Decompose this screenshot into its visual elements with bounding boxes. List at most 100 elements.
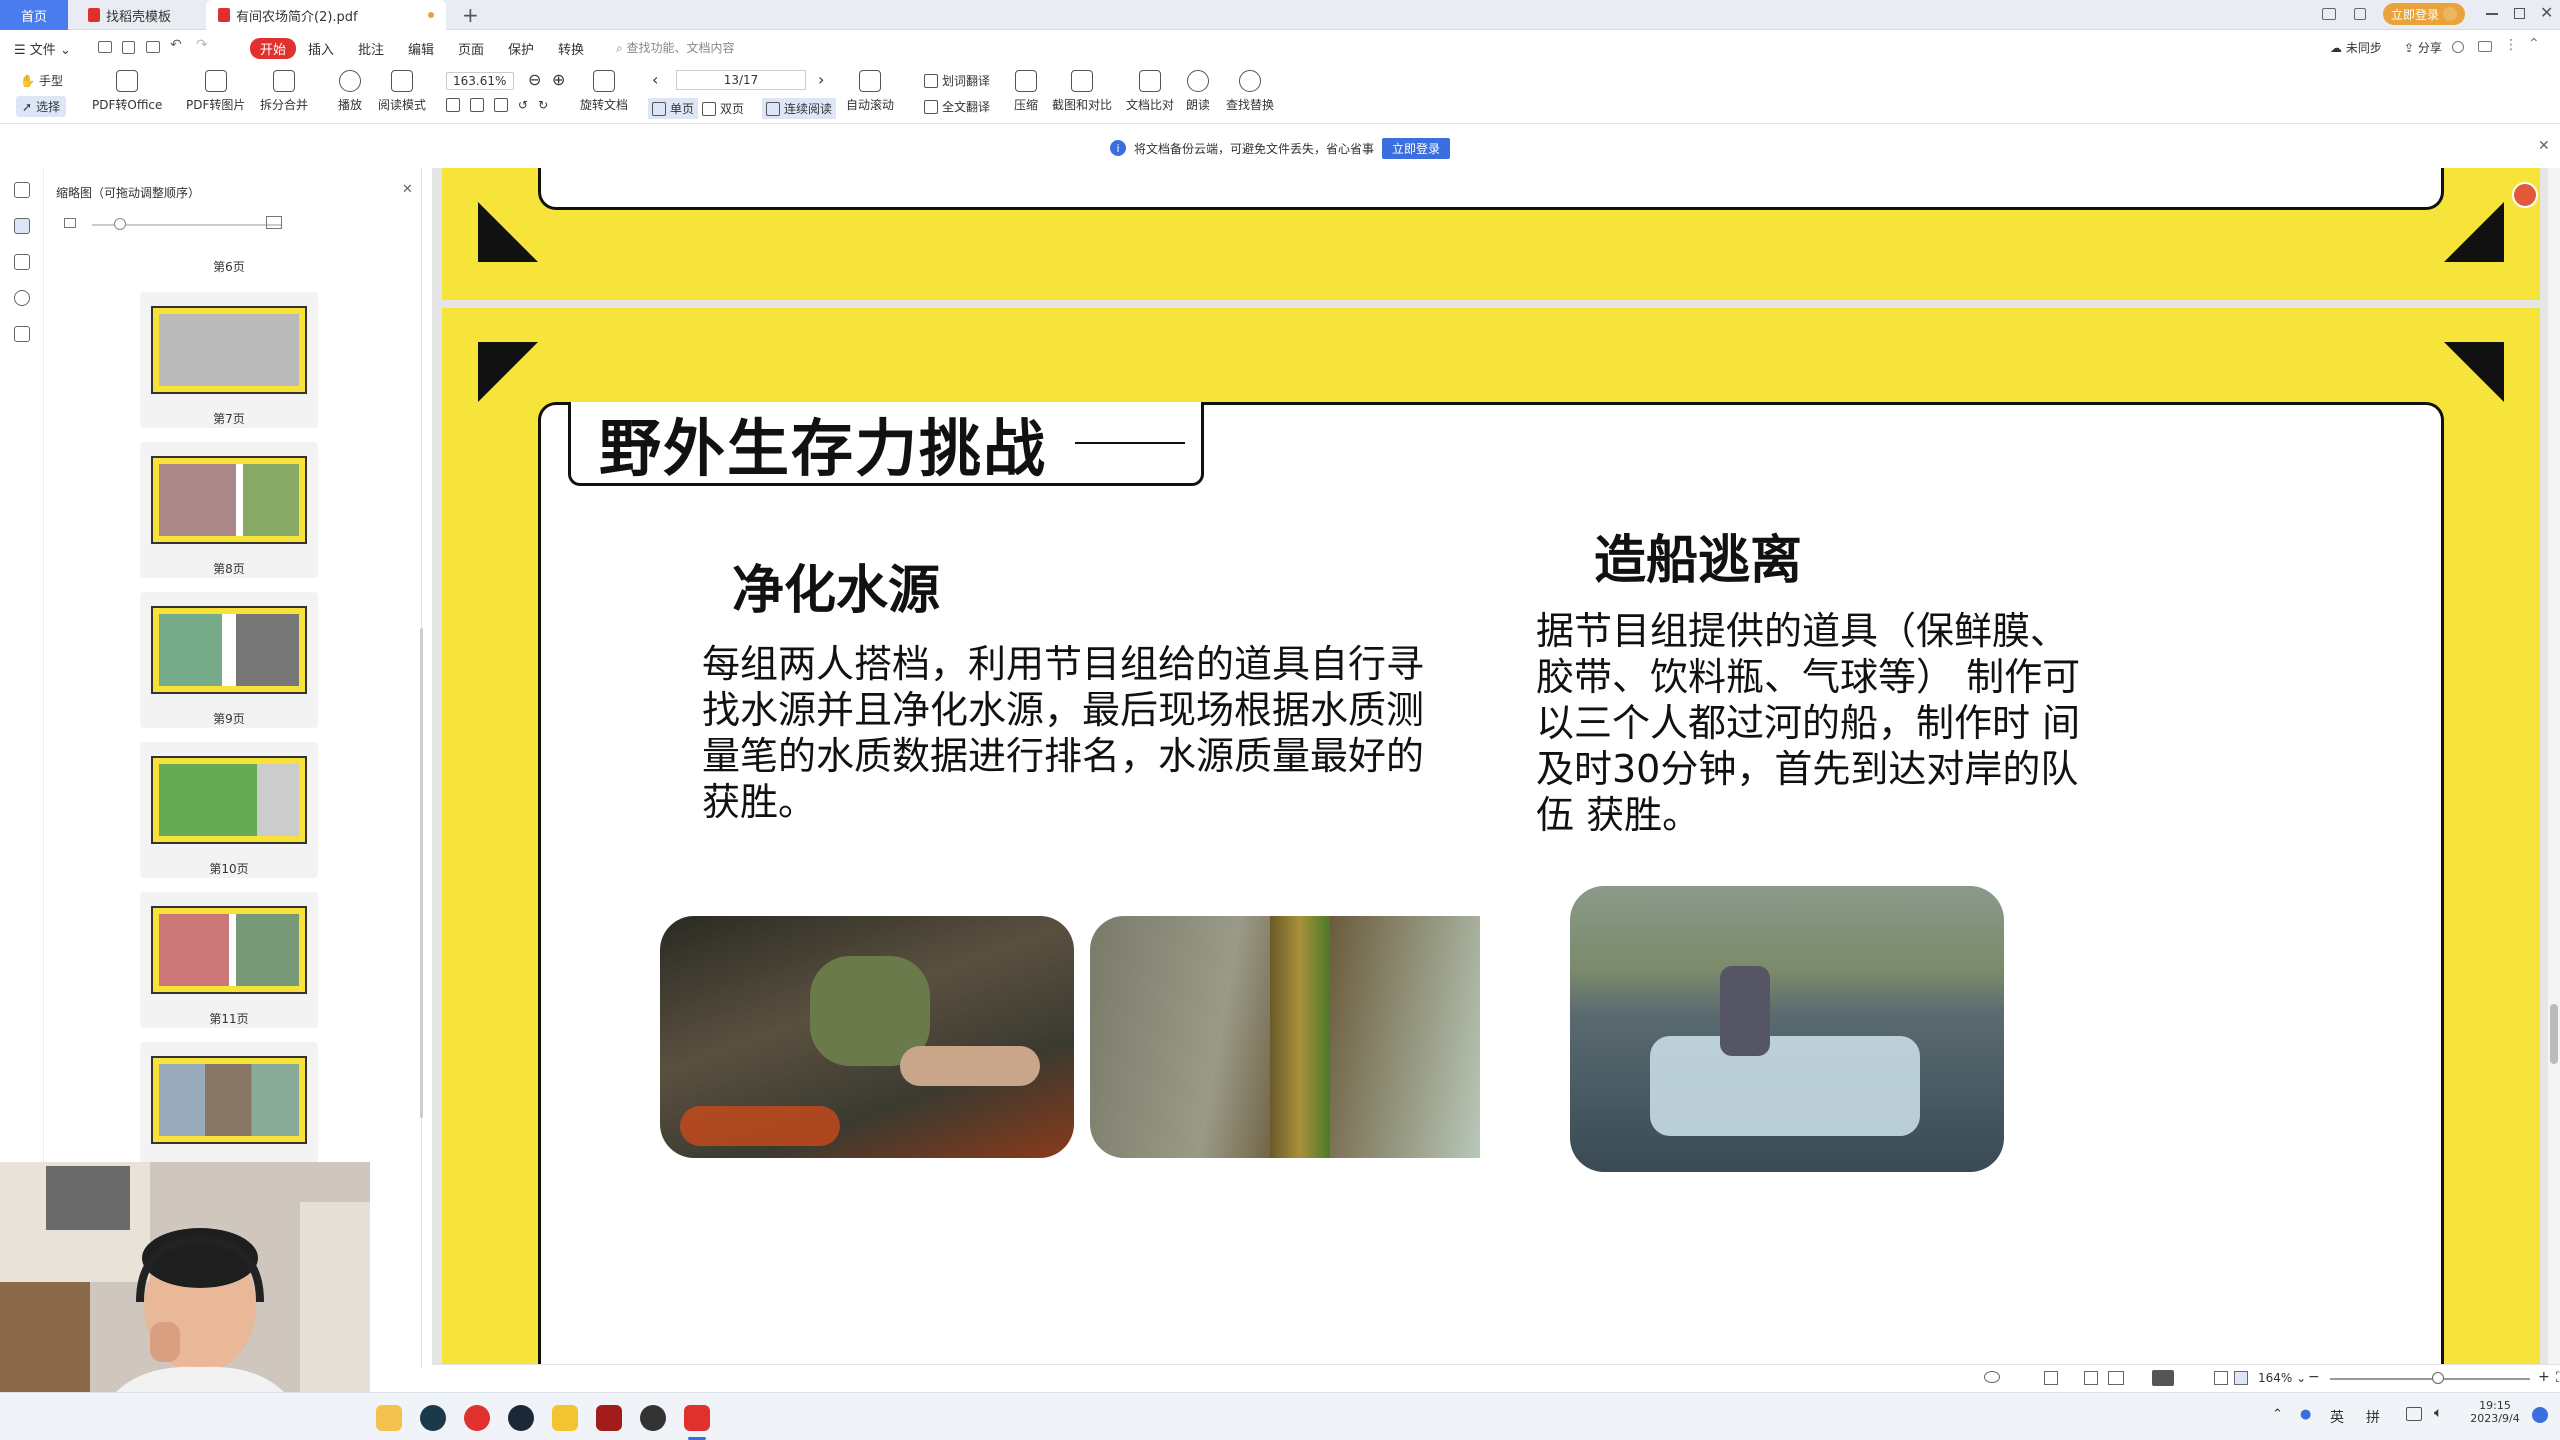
close-window-icon[interactable]: ✕ <box>2540 3 2553 22</box>
clock[interactable]: 19:15 2023/9/4 <box>2460 1399 2530 1425</box>
fit-width-status-icon[interactable] <box>2044 1371 2058 1385</box>
scroll-thumb[interactable] <box>2550 1004 2558 1064</box>
menu-protect[interactable]: 保护 <box>508 39 534 58</box>
more-icon[interactable]: ⋮ <box>2504 37 2518 53</box>
actual-size-icon[interactable] <box>494 98 508 112</box>
fullscreen-icon[interactable]: ⛶ <box>2556 1370 2560 1386</box>
zoom-in-icon[interactable]: ⊕ <box>552 70 565 89</box>
rotate-right-icon[interactable]: ↻ <box>538 98 548 112</box>
thumbnail-icon[interactable] <box>14 218 30 234</box>
rotate-left-icon[interactable]: ↺ <box>518 98 528 112</box>
tab-home[interactable]: 首页 <box>0 0 68 30</box>
undo-icon[interactable]: ↶ <box>170 37 182 53</box>
menu-annotate[interactable]: 批注 <box>358 39 384 58</box>
next-page-icon[interactable]: › <box>818 70 824 89</box>
fit-page-icon[interactable] <box>470 98 484 112</box>
zoom-status[interactable]: 164% ⌄ <box>2258 1371 2306 1385</box>
play-status-icon[interactable] <box>2152 1370 2174 1386</box>
minimize-icon[interactable] <box>2486 13 2498 15</box>
search-box[interactable]: ⌕ 查找功能、文档内容 <box>616 39 735 56</box>
small-thumb-icon[interactable] <box>64 218 76 228</box>
menu-insert[interactable]: 插入 <box>308 39 334 58</box>
double-status-icon[interactable] <box>2108 1371 2124 1385</box>
print-icon[interactable] <box>146 41 160 53</box>
thumb-size-handle[interactable] <box>114 218 126 230</box>
screenshot-compare-button[interactable]: 截图和对比 <box>1052 70 1112 113</box>
read-mode-button[interactable]: 阅读模式 <box>378 70 426 113</box>
zoom-select[interactable]: 163.61% <box>446 72 514 90</box>
network-icon[interactable] <box>2406 1407 2422 1421</box>
wps-icon[interactable] <box>684 1405 710 1431</box>
sync-status[interactable]: ☁ 未同步 <box>2330 39 2382 56</box>
restore-icon[interactable] <box>2514 8 2525 19</box>
read-aloud-button[interactable]: 朗读 <box>1186 70 1210 113</box>
actual-size-status-icon[interactable] <box>2234 1371 2248 1385</box>
auto-scroll-button[interactable]: 自动滚动 <box>846 70 894 113</box>
word-translate-button[interactable]: 划词翻译 <box>924 72 990 89</box>
zoom-slider-handle[interactable] <box>2432 1372 2444 1384</box>
single-page-button[interactable]: 单页 <box>648 98 699 119</box>
apps-grid-icon[interactable] <box>2354 8 2366 20</box>
mic-icon[interactable]: ● <box>2300 1407 2311 1422</box>
rotate-doc-button[interactable]: 旋转文档 <box>580 70 628 113</box>
new-tab-button[interactable]: + <box>462 3 479 27</box>
tab-document[interactable]: 有间农场简介(2).pdf <box>206 0 446 30</box>
close-notice-icon[interactable]: ✕ <box>2538 138 2550 154</box>
fit-width-icon[interactable] <box>446 98 460 112</box>
continuous-read-button[interactable]: 连续阅读 <box>762 98 837 119</box>
bookmark-icon[interactable] <box>14 182 30 198</box>
app-icon-3[interactable] <box>596 1405 622 1431</box>
doc-compare-button[interactable]: 文档比对 <box>1126 70 1174 113</box>
notification-icon[interactable] <box>2532 1407 2548 1423</box>
message-icon[interactable] <box>2478 41 2492 52</box>
login-button[interactable]: 立即登录 <box>2383 3 2465 25</box>
tray-expand-icon[interactable]: ⌃ <box>2272 1407 2283 1422</box>
signature-icon[interactable] <box>14 326 30 342</box>
document-scrollbar[interactable] <box>2548 168 2560 1364</box>
zoom-slider[interactable] <box>2330 1378 2530 1380</box>
float-tool-icon[interactable] <box>2512 182 2538 208</box>
zoom-out-status-icon[interactable]: − <box>2308 1369 2320 1385</box>
netease-music-icon[interactable] <box>464 1405 490 1431</box>
page-input[interactable]: 13/17 <box>676 70 806 90</box>
save-icon[interactable] <box>122 41 135 54</box>
share-button[interactable]: ⇪ 分享 <box>2404 39 2442 56</box>
menu-page[interactable]: 页面 <box>458 39 484 58</box>
ime-mode[interactable]: 拼 <box>2366 1407 2380 1427</box>
file-menu[interactable]: ☰ 文件 ⌄ <box>14 39 71 58</box>
split-merge-button[interactable]: 拆分合并 <box>260 70 308 113</box>
settings-icon[interactable] <box>2452 41 2464 53</box>
layout-icon[interactable] <box>2322 8 2336 20</box>
thumb-scrollbar[interactable] <box>420 628 423 1118</box>
attachment-icon[interactable] <box>14 290 30 306</box>
volume-icon[interactable]: 🔈︎ <box>2434 1405 2442 1421</box>
ime-lang[interactable]: 英 <box>2330 1407 2344 1427</box>
menu-start[interactable]: 开始 <box>250 38 297 59</box>
steam-icon[interactable] <box>508 1405 534 1431</box>
pdf-to-office-button[interactable]: PDF转Office <box>92 70 162 113</box>
eye-protect-icon[interactable] <box>1984 1371 2000 1383</box>
large-thumb-icon[interactable] <box>266 216 282 229</box>
file-explorer-icon[interactable] <box>376 1405 402 1431</box>
select-tool[interactable]: ➚ 选择 <box>16 96 67 117</box>
notice-login-button[interactable]: 立即登录 <box>1382 137 1451 159</box>
find-replace-button[interactable]: 查找替换 <box>1226 70 1274 113</box>
collapse-icon[interactable]: ⌃ <box>2528 36 2540 52</box>
comment-icon[interactable] <box>14 254 30 270</box>
compress-button[interactable]: 压缩 <box>1014 70 1038 113</box>
app-icon-2[interactable] <box>552 1405 578 1431</box>
close-panel-icon[interactable]: ✕ <box>402 182 413 197</box>
redo-icon[interactable]: ↷ <box>196 37 208 53</box>
menu-convert[interactable]: 转换 <box>558 39 584 58</box>
open-icon[interactable] <box>98 41 112 53</box>
app-icon-4[interactable] <box>640 1405 666 1431</box>
play-button[interactable]: 播放 <box>338 70 362 113</box>
app-icon-1[interactable] <box>420 1405 446 1431</box>
prev-page-icon[interactable]: ‹ <box>652 70 658 89</box>
zoom-in-status-icon[interactable]: + <box>2538 1369 2550 1385</box>
zoom-out-icon[interactable]: ⊖ <box>528 70 541 89</box>
double-page-button[interactable]: 双页 <box>702 100 744 117</box>
single-status-icon[interactable] <box>2084 1371 2098 1385</box>
pdf-to-image-button[interactable]: PDF转图片 <box>186 70 245 113</box>
fit-page-status-icon[interactable] <box>2214 1371 2228 1385</box>
